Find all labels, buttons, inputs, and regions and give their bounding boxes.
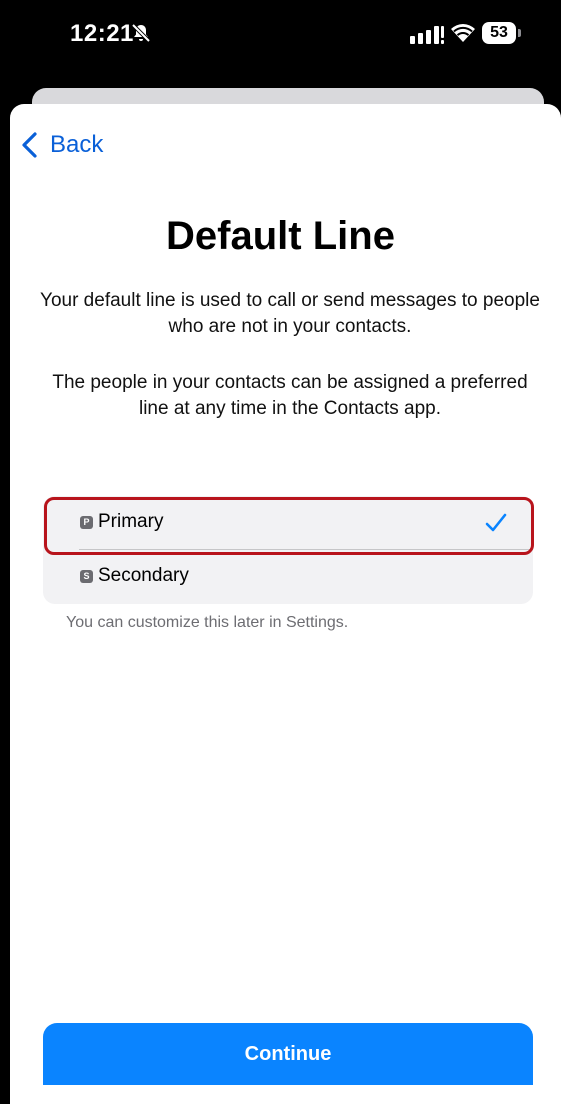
line-badge-secondary: S	[80, 570, 93, 583]
continue-button[interactable]: Continue	[43, 1023, 533, 1085]
option-primary[interactable]: P Primary	[43, 496, 533, 550]
line-badge-primary: P	[80, 516, 93, 529]
page-title: Default Line	[166, 214, 395, 258]
option-label-primary: Primary	[98, 511, 164, 532]
battery-level: 53	[490, 24, 508, 41]
battery-tip	[518, 29, 521, 37]
option-secondary[interactable]: S Secondary	[43, 550, 533, 604]
chevron-left-icon	[22, 132, 37, 158]
description-default-line: Your default line is used to call or sen…	[40, 290, 540, 337]
battery-icon: 53	[482, 22, 516, 44]
back-button[interactable]: Back	[20, 128, 103, 162]
footer-note: You can customize this later in Settings…	[66, 614, 349, 631]
line-options-list: P Primary S Secondary	[43, 496, 533, 604]
status-bar: 12:21 53	[0, 0, 561, 90]
option-label-secondary: Secondary	[98, 565, 189, 586]
bell-slash-icon	[131, 23, 151, 43]
checkmark-icon	[485, 513, 507, 532]
status-time: 12:21	[70, 20, 134, 47]
cellular-signal-icon	[410, 26, 444, 44]
back-label: Back	[50, 131, 104, 158]
description-contacts: The people in your contacts can be assig…	[52, 372, 528, 419]
wifi-icon	[451, 24, 475, 42]
